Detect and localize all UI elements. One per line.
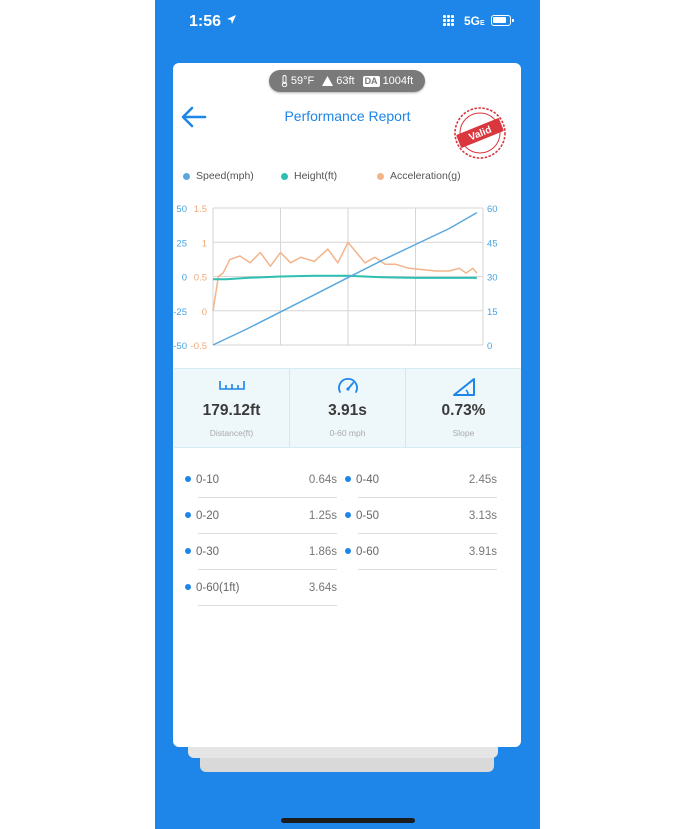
split-dot [185, 476, 191, 482]
split-label: 0-50 [356, 510, 380, 522]
y-tick-label-acceleration: -0.5 [191, 341, 207, 352]
network-type: 5GE [464, 14, 485, 28]
split-dot [345, 548, 351, 554]
y-tick-label-acceleration: 1.5 [194, 204, 207, 215]
split-row: 0-30 1.86s [183, 537, 341, 573]
split-dot [345, 476, 351, 482]
split-time: 3.64s [308, 582, 337, 594]
status-time: 1:56 [189, 13, 222, 30]
legend-label-height: Height(ft) [294, 170, 338, 182]
card-stack-shadow-2 [200, 757, 494, 772]
split-dot [345, 512, 351, 518]
temperature: 59°F [281, 75, 314, 87]
split-dot [185, 584, 191, 590]
network-label: 5G [464, 14, 481, 28]
y-tick-label-speed: 0 [487, 341, 492, 352]
altitude-value: 63ft [336, 75, 355, 87]
valid-stamp: Valid [452, 105, 508, 161]
split-label: 0-60 [356, 546, 380, 558]
temperature-value: 59°F [290, 75, 315, 87]
y-tick-label-acceleration: 0 [202, 307, 207, 318]
slope-icon [452, 378, 475, 396]
metric-zero-sixty-value: 3.91s [328, 402, 367, 419]
card-stack-shadow-1 [188, 746, 498, 758]
legend-acceleration: Acceleration(g) [377, 170, 461, 182]
legend-label-speed: Speed(mph) [196, 170, 254, 182]
y-tick-label-speed: 15 [487, 307, 498, 318]
split-time: 3.13s [468, 510, 497, 522]
metric-slope: 0.73% Slope [405, 369, 521, 447]
metric-distance-label: Distance(ft) [209, 428, 254, 438]
metric-slope-label: Slope [452, 428, 475, 438]
split-label: 0-60(1ft) [196, 582, 240, 594]
y-tick-label-height: -25 [173, 307, 187, 318]
split-time: 1.86s [308, 546, 337, 558]
legend-height: Height(ft) [281, 170, 337, 182]
status-bar: 1:56 5GE [155, 0, 540, 44]
split-row: 0-60(1ft) 3.64s [183, 573, 341, 609]
split-label: 0-40 [356, 474, 380, 486]
legend-dot-speed [183, 172, 190, 180]
legend-dot-height [281, 172, 288, 180]
split-row: 0-60 3.91s [343, 537, 501, 573]
split-row: 0-50 3.13s [343, 501, 501, 537]
y-tick-label-acceleration: 1 [202, 238, 207, 249]
location-arrow-icon [226, 14, 237, 28]
battery-icon [491, 15, 514, 26]
back-arrow-icon [181, 106, 207, 128]
split-time: 0.64s [308, 474, 337, 486]
speedometer-icon [337, 378, 358, 393]
metric-zero-sixty: 3.91s 0-60 mph [289, 369, 405, 447]
legend-speed: Speed(mph) [183, 170, 254, 182]
ruler-icon [218, 381, 245, 390]
split-divider [358, 497, 497, 498]
split-divider [198, 605, 337, 606]
split-row: 0-10 0.64s [183, 465, 341, 501]
split-row: 0-40 2.45s [343, 465, 501, 501]
thermometer-icon [281, 75, 288, 87]
metric-distance: 179.12ft Distance(ft) [174, 369, 289, 447]
split-dot [185, 548, 191, 554]
split-label: 0-20 [196, 510, 220, 522]
split-label: 0-10 [196, 474, 220, 486]
mountain-icon [322, 76, 334, 86]
y-tick-label-speed: 60 [487, 204, 498, 215]
split-dot [185, 512, 191, 518]
metric-zero-sixty-label: 0-60 mph [329, 428, 366, 438]
split-label: 0-30 [196, 546, 220, 558]
back-button[interactable] [180, 104, 208, 130]
metric-slope-value: 0.73% [441, 402, 486, 419]
y-tick-label-speed: 30 [487, 273, 498, 284]
legend-dot-acceleration [377, 172, 384, 180]
stamp-text: Valid [467, 124, 493, 143]
performance-chart: 50 25 0 -25 -50 1.5 1 0.5 0 -0.5 60 45 30 15 0 [173, 204, 498, 352]
metric-distance-value: 179.12ft [202, 402, 261, 419]
metrics-panel: 179.12ft Distance(ft) 3.91s 0-60 mph 0.7… [174, 368, 521, 448]
y-tick-label-height: 50 [176, 204, 187, 215]
split-divider [358, 569, 497, 570]
conditions-pill: 59°F 63ft DA 1004ft [269, 70, 425, 92]
split-divider [198, 533, 337, 534]
altitude: 63ft [322, 75, 355, 87]
y-tick-label-height: 0 [182, 273, 187, 284]
split-time: 2.45s [468, 474, 497, 486]
split-row: 0-20 1.25s [183, 501, 341, 537]
da-badge: DA [362, 75, 380, 87]
y-tick-label-height: 25 [176, 238, 187, 249]
phone-screen: 1:56 5GE 59°F 63ft DA 1004ft Performance [155, 0, 540, 829]
y-tick-label-speed: 45 [487, 238, 498, 249]
split-divider [358, 533, 497, 534]
y-tick-label-acceleration: 0.5 [194, 273, 207, 284]
y-tick-label-height: -50 [173, 341, 187, 352]
signal-grid-icon [443, 15, 457, 27]
home-indicator[interactable] [281, 818, 415, 823]
legend-label-acceleration: Acceleration(g) [390, 170, 461, 182]
density-altitude-value: 1004ft [382, 75, 414, 87]
split-time: 1.25s [308, 510, 337, 522]
density-altitude: DA 1004ft [362, 75, 414, 87]
split-divider [198, 497, 337, 498]
network-suffix: E [480, 20, 485, 27]
split-divider [198, 569, 337, 570]
split-time: 3.91s [468, 546, 497, 558]
